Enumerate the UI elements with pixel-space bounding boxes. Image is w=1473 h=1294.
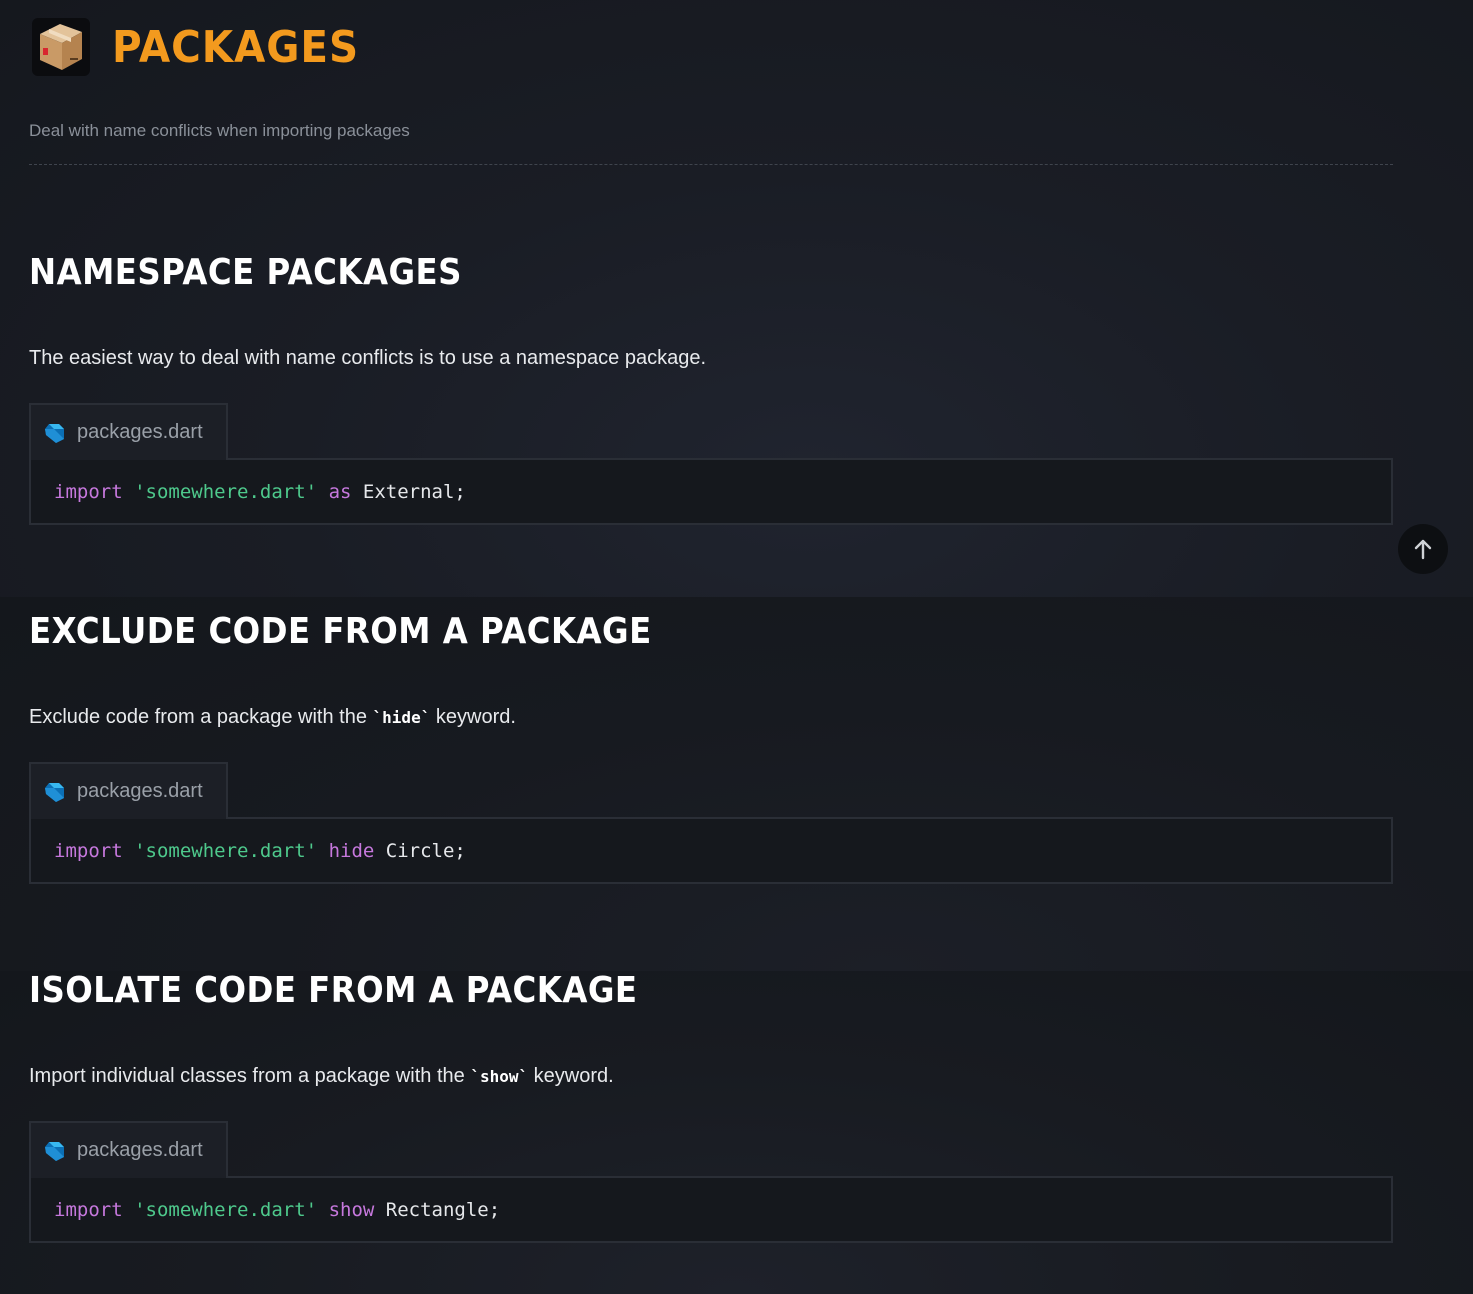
code-keyword: as [328, 480, 352, 503]
code-keyword: import [54, 1198, 123, 1221]
code-keyword: import [54, 480, 123, 503]
code-identifier: Rectangle; [374, 1198, 501, 1221]
code-content: import 'somewhere.dart' hide Circle; [29, 817, 1393, 884]
code-string: 'somewhere.dart' [134, 839, 318, 862]
code-identifier: Circle; [374, 839, 466, 862]
header-divider [29, 164, 1393, 165]
file-name: packages.dart [77, 421, 203, 443]
section-title-namespace-packages: NAMESPACE PACKAGES [29, 252, 462, 293]
inline-code: `hide` [372, 708, 431, 727]
code-identifier: External; [351, 480, 466, 503]
arrow-up-icon [1414, 539, 1432, 560]
file-tab[interactable]: packages.dart [29, 1121, 228, 1178]
page: PACKAGES Deal with name conflicts when i… [0, 0, 1473, 1294]
code-block: packages.dart import 'somewhere.dart' sh… [29, 1121, 1393, 1243]
section-description: The easiest way to deal with name confli… [29, 347, 707, 369]
description-text: keyword. [528, 1065, 614, 1087]
scroll-to-top-button[interactable] [1398, 524, 1448, 574]
code-content: import 'somewhere.dart' show Rectangle; [29, 1176, 1393, 1243]
code-content: import 'somewhere.dart' as External; [29, 458, 1393, 525]
description-text: Import individual classes from a package… [29, 1065, 471, 1087]
page-header: PACKAGES [30, 16, 381, 78]
file-tab[interactable]: packages.dart [29, 762, 228, 819]
description-text: Exclude code from a package with the [29, 706, 373, 728]
inline-code: `show` [470, 1067, 529, 1086]
description-text: keyword. [430, 706, 516, 728]
section-title-exclude-code: EXCLUDE CODE FROM A PACKAGE [29, 611, 652, 652]
code-block: packages.dart import 'somewhere.dart' hi… [29, 762, 1393, 884]
section-description: Import individual classes from a package… [29, 1065, 614, 1088]
file-tab[interactable]: packages.dart [29, 403, 228, 460]
dart-icon [45, 423, 64, 443]
section-description: Exclude code from a package with the `hi… [29, 706, 516, 729]
code-block: packages.dart import 'somewhere.dart' as… [29, 403, 1393, 525]
dart-icon [45, 1141, 64, 1161]
file-name: packages.dart [77, 1139, 203, 1161]
code-keyword: show [328, 1198, 375, 1221]
page-subtitle: Deal with name conflicts when importing … [29, 121, 410, 140]
code-string: 'somewhere.dart' [134, 480, 318, 503]
section-title-isolate-code: ISOLATE CODE FROM A PACKAGE [29, 970, 638, 1011]
package-box-icon [32, 18, 90, 76]
dart-icon [45, 782, 64, 802]
file-name: packages.dart [77, 780, 203, 802]
page-title: PACKAGES [112, 21, 360, 73]
code-string: 'somewhere.dart' [134, 1198, 318, 1221]
code-keyword: hide [328, 839, 375, 862]
code-keyword: import [54, 839, 123, 862]
